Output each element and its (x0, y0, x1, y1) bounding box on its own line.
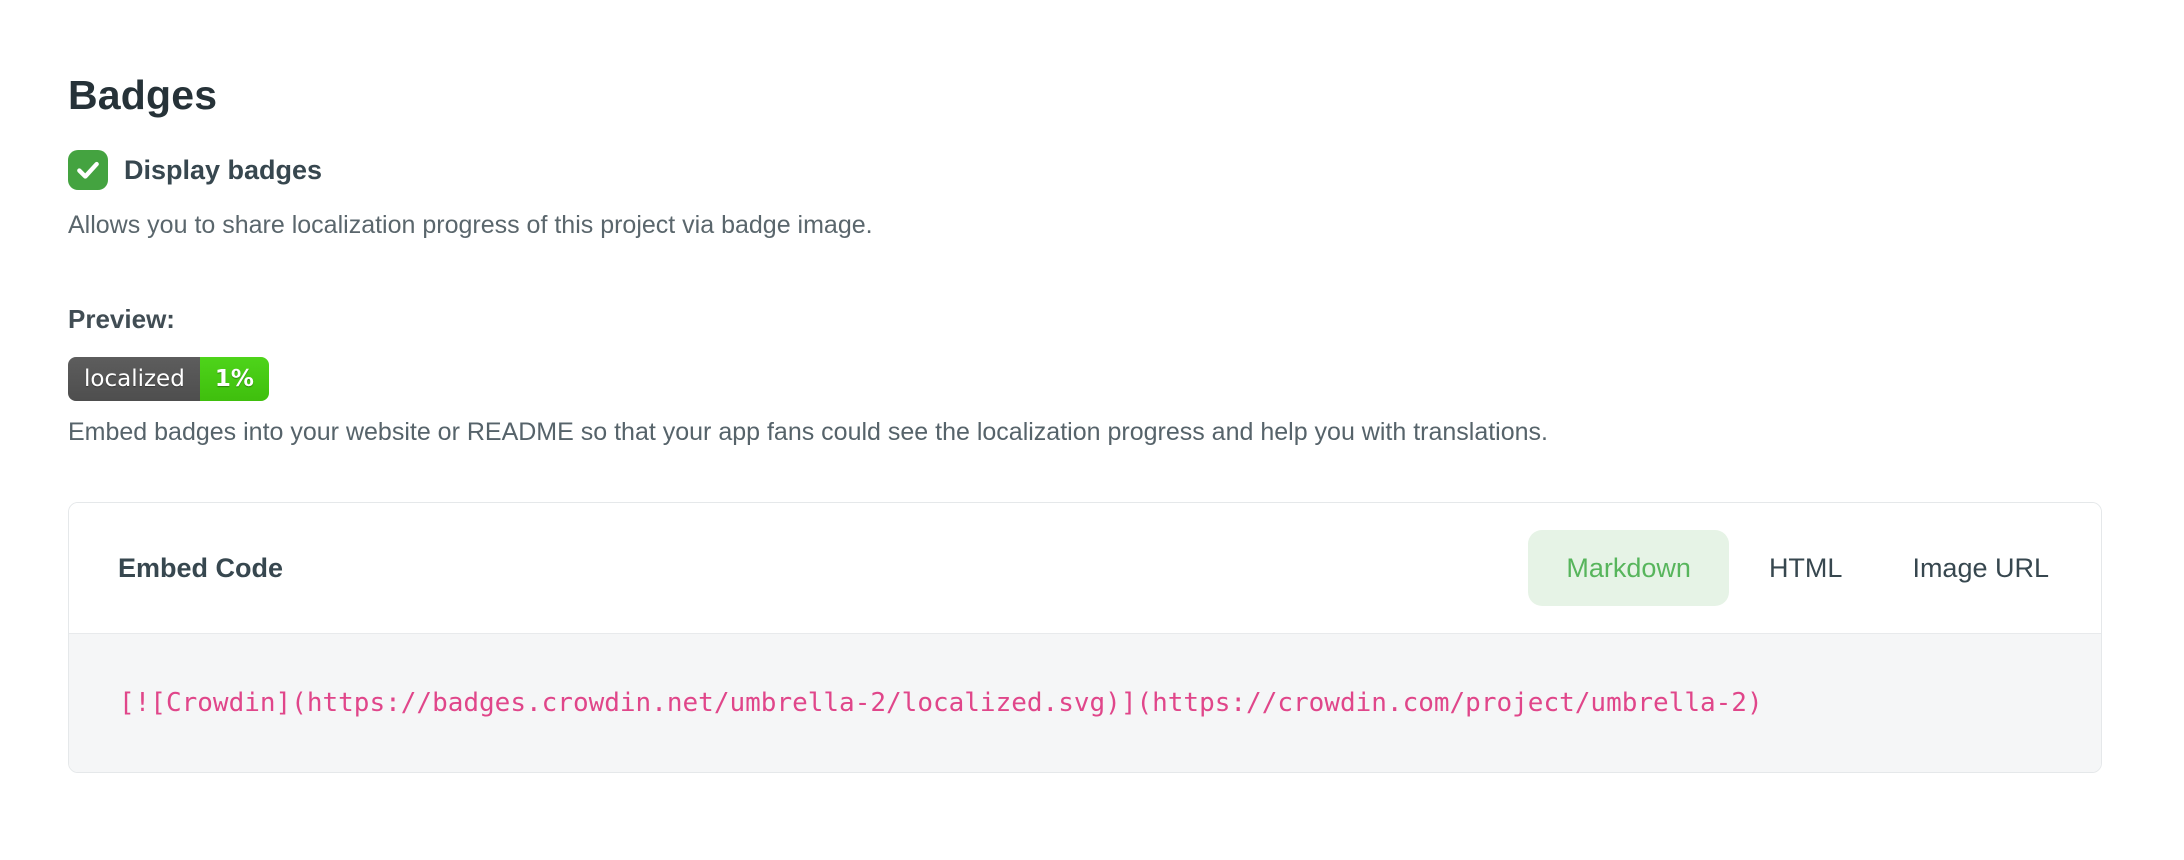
embed-card-header: Embed Code Markdown HTML Image URL (69, 503, 2101, 633)
display-badges-description: Allows you to share localization progres… (68, 208, 2102, 242)
display-badges-checkbox[interactable] (68, 150, 108, 190)
page-title: Badges (68, 72, 2102, 119)
checkmark-icon (75, 157, 101, 183)
badge-label-segment: localized (68, 357, 200, 401)
embed-code-snippet[interactable]: [![Crowdin](https://badges.crowdin.net/u… (119, 688, 1763, 718)
embed-code-body: [![Crowdin](https://badges.crowdin.net/u… (69, 633, 2101, 772)
embed-code-card: Embed Code Markdown HTML Image URL [![Cr… (68, 502, 2102, 773)
tab-image-url[interactable]: Image URL (1882, 530, 2079, 606)
localization-badge-preview: localized 1% (68, 357, 269, 401)
badge-value-segment: 1% (200, 357, 269, 401)
badges-settings-page: Badges Display badges Allows you to shar… (0, 72, 2184, 860)
tab-markdown[interactable]: Markdown (1528, 530, 1729, 606)
display-badges-row: Display badges (68, 150, 2102, 190)
tab-html[interactable]: HTML (1739, 530, 1873, 606)
embed-hint-text: Embed badges into your website or README… (68, 415, 2102, 449)
embed-code-title: Embed Code (118, 553, 283, 584)
preview-label: Preview: (68, 302, 2102, 337)
embed-format-tabs: Markdown HTML Image URL (1528, 530, 2079, 606)
display-badges-label[interactable]: Display badges (124, 155, 322, 186)
